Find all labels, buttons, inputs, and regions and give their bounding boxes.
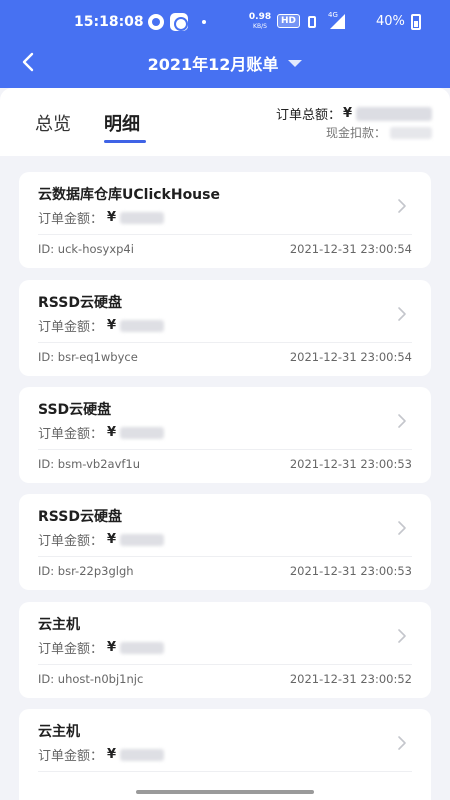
order-amount-value-redacted (120, 426, 165, 439)
vibrate-icon (308, 16, 316, 28)
chevron-right-icon (397, 735, 407, 751)
app-header: 15:18:08 0.98 KB/S HD 4G 40% 2021年12月账单 (0, 0, 450, 88)
divider (38, 664, 412, 665)
chevron-right-icon (397, 198, 407, 214)
battery-icon (411, 14, 421, 30)
order-card[interactable]: RSSD云硬盘 订单金额： ¥ ID: bsr-22p3glgh 2021-12… (19, 494, 431, 590)
order-amount-value-redacted (120, 748, 165, 761)
battery-percent: 40% (376, 14, 405, 29)
order-amount-value-redacted (120, 641, 165, 654)
status-bar: 15:18:08 0.98 KB/S HD 4G 40% (0, 0, 450, 44)
order-amount-currency: ¥ (107, 318, 117, 333)
order-id: ID: bsr-22p3glgh (38, 564, 134, 578)
order-amount-value-redacted (120, 211, 165, 224)
order-card[interactable]: 云主机 订单金额： ¥ ID: uhost-n0bj1njc 2021-12-3… (19, 602, 431, 698)
app-notification-icon-2 (170, 13, 188, 31)
order-product-name: SSD云硬盘 (38, 402, 112, 418)
order-amount-label: 订单金额： (38, 642, 104, 657)
order-amount-currency: ¥ (107, 532, 117, 547)
order-amount-currency: ¥ (107, 640, 117, 655)
order-amount-currency: ¥ (107, 210, 117, 225)
order-card[interactable]: 云数据库仓库UClickHouse 订单金额： ¥ ID: uck-hosyxp… (19, 172, 431, 268)
hd-badge: HD (277, 14, 301, 28)
order-amount: 订单金额： ¥ (38, 316, 165, 335)
chevron-right-icon (397, 306, 407, 322)
order-amount-label: 订单金额： (38, 427, 104, 442)
bill-month-selector[interactable]: 2021年12月账单 (0, 51, 450, 75)
divider (38, 449, 412, 450)
order-time: 2021-12-31 23:00:54 (289, 350, 412, 364)
order-amount-label: 订单金额： (38, 212, 104, 227)
tab-bar: 总览 明细 订单总额： ¥ 现金扣款： (0, 88, 450, 156)
order-card[interactable]: RSSD云硬盘 订单金额： ¥ ID: bsr-eq1wbyce 2021-12… (19, 280, 431, 376)
order-product-name: RSSD云硬盘 (38, 509, 122, 525)
app-notification-icon (148, 14, 164, 30)
status-time: 15:18:08 (74, 14, 144, 30)
network-speed: 0.98 KB/S (248, 13, 272, 31)
order-amount: 订单金额： ¥ (38, 745, 165, 764)
more-notifications-dot-icon (202, 20, 206, 24)
order-amount-currency: ¥ (107, 425, 117, 440)
active-tab-indicator (104, 140, 146, 143)
order-amount-label: 订单金额： (38, 534, 104, 549)
order-amount-currency: ¥ (107, 747, 117, 762)
order-amount-value-redacted (120, 319, 165, 332)
order-card[interactable]: 云主机 订单金额： ¥ (19, 709, 431, 800)
order-product-name: 云主机 (38, 724, 80, 740)
order-product-name: 云数据库仓库UClickHouse (38, 187, 220, 203)
order-amount: 订单金额： ¥ (38, 638, 165, 657)
cash-deduction: 现金扣款： (326, 124, 432, 141)
chevron-right-icon (397, 413, 407, 429)
divider (38, 342, 412, 343)
order-total: 订单总额： ¥ (276, 104, 432, 123)
tab-overview[interactable]: 总览 (35, 110, 71, 136)
divider (38, 771, 412, 772)
order-amount-label: 订单金额： (38, 320, 104, 335)
divider (38, 556, 412, 557)
order-amount: 订单金额： ¥ (38, 423, 165, 442)
order-id: ID: bsm-vb2avf1u (38, 457, 141, 471)
order-total-currency: ¥ (342, 106, 352, 121)
chevron-right-icon (397, 520, 407, 536)
order-amount-label: 订单金额： (38, 749, 104, 764)
order-time: 2021-12-31 23:00:54 (289, 242, 412, 256)
order-amount: 订单金额： ¥ (38, 530, 165, 549)
chevron-right-icon (397, 628, 407, 644)
order-time: 2021-12-31 23:00:53 (289, 564, 412, 578)
home-indicator[interactable] (136, 790, 314, 794)
order-amount-value-redacted (120, 533, 165, 546)
network-speed-unit: KB/S (253, 23, 267, 30)
page-title: 2021年12月账单 (147, 55, 279, 74)
caret-down-icon (288, 60, 303, 67)
order-time: 2021-12-31 23:00:53 (289, 457, 412, 471)
order-total-label: 订单总额： (275, 108, 341, 123)
order-amount: 订单金额： ¥ (38, 208, 165, 227)
order-product-name: RSSD云硬盘 (38, 295, 122, 311)
order-time: 2021-12-31 23:00:52 (289, 672, 412, 686)
order-id: ID: uhost-n0bj1njc (38, 672, 144, 686)
order-card[interactable]: SSD云硬盘 订单金额： ¥ ID: bsm-vb2avf1u 2021-12-… (19, 387, 431, 483)
cash-deduction-label: 现金扣款： (325, 126, 386, 140)
order-product-name: 云主机 (38, 617, 80, 633)
network-speed-value: 0.98 (248, 12, 272, 22)
cash-deduction-value-redacted (390, 126, 432, 139)
order-id: ID: uck-hosyxp4i (38, 242, 134, 256)
order-total-value-redacted (356, 106, 432, 121)
divider (38, 234, 412, 235)
signal-type-label: 4G (328, 11, 338, 19)
tab-detail[interactable]: 明细 (104, 110, 140, 136)
order-id: ID: bsr-eq1wbyce (38, 350, 138, 364)
